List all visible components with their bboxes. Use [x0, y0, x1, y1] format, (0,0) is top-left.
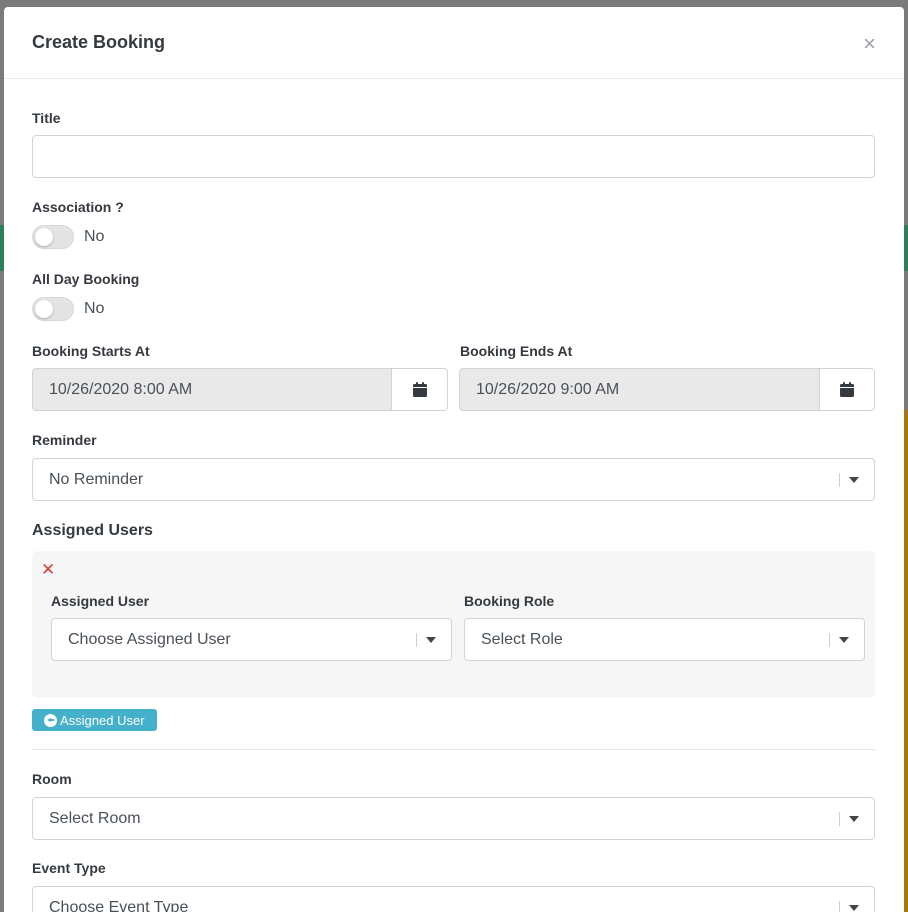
select-separator	[839, 812, 840, 826]
event-type-placeholder: Choose Event Type	[49, 899, 189, 912]
toggle-knob	[35, 228, 53, 246]
room-placeholder: Select Room	[49, 810, 141, 827]
all-day-value: No	[84, 300, 105, 317]
reminder-value: No Reminder	[49, 471, 144, 488]
modal-header: Create Booking ×	[4, 7, 904, 79]
remove-icon[interactable]: ✕	[41, 561, 55, 578]
add-assigned-user-label: Assigned User	[60, 712, 145, 728]
starts-label: Booking Starts At	[32, 343, 150, 359]
chevron-down-icon	[849, 905, 859, 911]
modal-title: Create Booking	[32, 32, 166, 52]
select-separator	[829, 633, 830, 647]
ends-input[interactable]: 10/26/2020 9:00 AM	[459, 368, 820, 411]
chevron-down-icon	[426, 637, 436, 643]
event-type-select[interactable]: Choose Event Type	[32, 886, 875, 912]
close-icon[interactable]: ×	[863, 33, 876, 55]
room-select[interactable]: Select Room	[32, 797, 875, 840]
association-value: No	[84, 228, 105, 245]
chevron-down-icon	[839, 637, 849, 643]
assigned-user-placeholder: Choose Assigned User	[68, 631, 231, 648]
room-label: Room	[32, 771, 72, 787]
chevron-down-icon	[849, 816, 859, 822]
association-toggle[interactable]	[32, 225, 74, 249]
assigned-user-label: Assigned User	[51, 593, 150, 609]
booking-role-select[interactable]: Select Role	[464, 618, 865, 661]
chevron-down-icon	[849, 477, 859, 483]
starts-input[interactable]: 10/26/2020 8:00 AM	[32, 368, 392, 411]
background-orange-edge	[904, 410, 908, 912]
assigned-user-panel: ✕ Assigned User Choose Assigned User Boo…	[32, 551, 875, 698]
calendar-icon	[840, 382, 854, 397]
calendar-icon	[412, 382, 427, 397]
event-type-label: Event Type	[32, 860, 106, 876]
select-separator	[839, 473, 840, 487]
title-label: Title	[32, 110, 61, 126]
divider	[32, 749, 875, 750]
ends-label: Booking Ends At	[460, 343, 573, 359]
association-label: Association ?	[32, 199, 124, 215]
assigned-users-heading: Assigned Users	[32, 522, 153, 539]
select-separator	[416, 633, 417, 647]
reminder-label: Reminder	[32, 432, 97, 448]
add-assigned-user-button[interactable]: Assigned User	[32, 709, 157, 731]
booking-role-placeholder: Select Role	[481, 631, 563, 648]
all-day-toggle[interactable]	[32, 297, 74, 321]
create-booking-modal: Create Booking × Title Association ? No …	[4, 7, 904, 912]
assigned-user-select[interactable]: Choose Assigned User	[51, 618, 452, 661]
starts-calendar-button[interactable]	[391, 368, 448, 411]
circle-arrow-left-icon	[44, 713, 57, 727]
select-separator	[839, 901, 840, 912]
booking-role-label: Booking Role	[464, 593, 555, 609]
reminder-select[interactable]: No Reminder	[32, 458, 875, 501]
title-input[interactable]	[32, 135, 875, 178]
toggle-knob	[35, 300, 53, 318]
ends-calendar-button[interactable]	[819, 368, 875, 411]
all-day-label: All Day Booking	[32, 271, 140, 287]
